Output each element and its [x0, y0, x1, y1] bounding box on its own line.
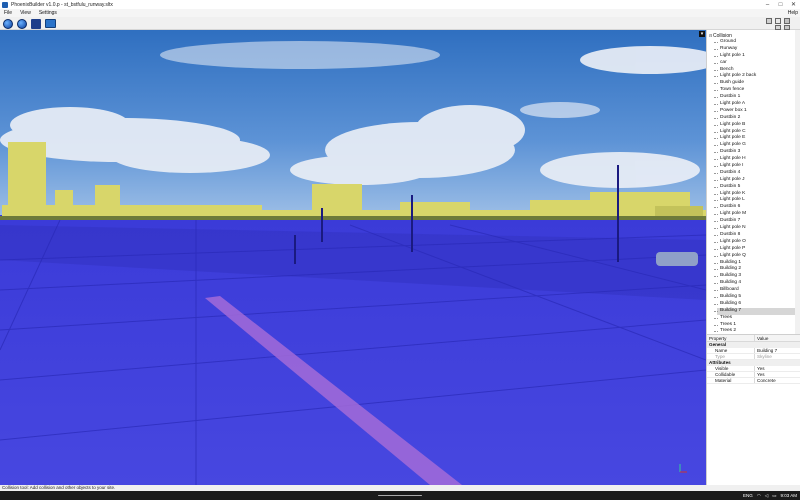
tree-root-label: Collision [713, 32, 732, 39]
scene-viewport[interactable]: ▾ [0, 30, 706, 485]
select-icon[interactable] [784, 18, 790, 24]
tree-list: Ground Runway Light pole 1 car Bench Light po… [714, 39, 799, 334]
menu-file[interactable]: File [0, 10, 16, 16]
property-panel: Property Value General Name Building 7 Type… [706, 334, 800, 485]
property-value[interactable]: Yes [755, 366, 800, 371]
tree-item[interactable]: Light pole O [714, 239, 799, 246]
property-name: Type [707, 354, 755, 359]
monitor-icon[interactable] [45, 19, 56, 28]
menu-view[interactable]: View [16, 10, 35, 16]
tree-item[interactable]: Dustbin 2 [714, 115, 799, 122]
property-value[interactable]: Building 7 [755, 348, 800, 353]
battery-icon[interactable]: ▭ [772, 493, 776, 499]
tree-item[interactable]: Light pole J [714, 177, 799, 184]
grid-icon[interactable] [775, 18, 781, 24]
app-logo-icon [2, 1, 8, 8]
tree-item[interactable]: Dustbin 7 [714, 218, 799, 225]
tree-item[interactable]: Light pole A [714, 101, 799, 108]
taskbar: ENG ◠ ◁ ▭ 9:03 AM [0, 491, 800, 500]
tree-item[interactable]: Light pole Q [714, 253, 799, 260]
property-name: Material [707, 378, 755, 383]
property-value[interactable]: Concrete [755, 378, 800, 383]
tree-item[interactable]: Building 6 [714, 301, 799, 308]
tree-item[interactable]: Dustbin 4 [714, 170, 799, 177]
property-name: Visible [707, 366, 755, 371]
tree-item[interactable]: Dustbin 5 [714, 184, 799, 191]
save-icon[interactable] [31, 19, 41, 29]
viewport-menu-icon[interactable]: ▾ [699, 31, 705, 37]
property-row[interactable]: Material Concrete [707, 378, 800, 384]
value-column-header: Value [757, 336, 769, 341]
property-value[interactable]: Skyline [755, 354, 800, 359]
tree-item[interactable]: Light pole 1 [714, 53, 799, 60]
close-button[interactable]: ✕ [787, 0, 800, 9]
globe-alt-icon[interactable] [17, 19, 27, 29]
tree-item[interactable]: Power box 1 [714, 108, 799, 115]
task-indicator [378, 495, 422, 496]
menu-settings[interactable]: Settings [35, 10, 61, 16]
property-column-header: Property [707, 335, 755, 341]
property-header: Property Value [707, 335, 800, 342]
tree-root[interactable]: ⊟ Collision [709, 32, 732, 39]
minimize-button[interactable]: – [761, 0, 774, 9]
axis-gizmo-icon [679, 464, 687, 473]
tree-item[interactable]: Ground [714, 39, 799, 46]
tree-item[interactable]: Light pole P [714, 246, 799, 253]
car [656, 252, 698, 266]
menu-help[interactable]: Help [788, 9, 798, 17]
system-tray: ENG ◠ ◁ ▭ 9:03 AM [743, 491, 797, 500]
tree-item[interactable]: Trees [714, 315, 799, 322]
tree-item[interactable]: Light pole N [714, 225, 799, 232]
tree-item[interactable]: Runway [714, 46, 799, 53]
wireframe-icon[interactable] [766, 18, 772, 24]
tree-item[interactable]: Light pole I [714, 163, 799, 170]
window-title: PhoenixBuilder v1.0.p - st_bstfulu_runwa… [11, 1, 113, 8]
tree-item[interactable]: Dustbin 1 [714, 94, 799, 101]
volume-icon[interactable]: ◁ [765, 493, 768, 499]
tree-scrollbar[interactable] [795, 30, 800, 334]
scene-render [0, 30, 706, 485]
axis-gizmo [678, 463, 688, 473]
tree-item[interactable]: Light pole H [714, 156, 799, 163]
clock[interactable]: 9:03 AM [780, 493, 797, 498]
tree-item[interactable]: Light pole B [714, 122, 799, 129]
maximize-button[interactable]: □ [774, 0, 787, 9]
language-indicator[interactable]: ENG [743, 493, 753, 498]
tree-item[interactable]: Billboard [714, 287, 799, 294]
property-body: General Name Building 7 Type Skyline Attribut… [707, 342, 800, 384]
toolbar [0, 17, 800, 30]
property-name: Collidable [707, 372, 755, 377]
property-name: Name [707, 348, 755, 353]
tree-item[interactable]: Dustbin 8 [714, 232, 799, 239]
property-value[interactable]: Yes [755, 372, 800, 377]
wifi-icon[interactable]: ◠ [757, 493, 761, 499]
tree-item[interactable]: car [714, 60, 799, 67]
window-controls: – □ ✕ [761, 0, 800, 9]
tree-item[interactable]: Building 7 [714, 307, 799, 315]
menu-bar: File View Settings [0, 9, 800, 17]
scene-tree-panel: ⊟ Collision Ground Runway Light pole 1 car B… [706, 30, 800, 334]
tree-item[interactable]: Building 5 [714, 294, 799, 301]
title-bar: PhoenixBuilder v1.0.p - st_bstfulu_runwa… [0, 0, 800, 9]
globe-icon[interactable] [3, 19, 13, 29]
